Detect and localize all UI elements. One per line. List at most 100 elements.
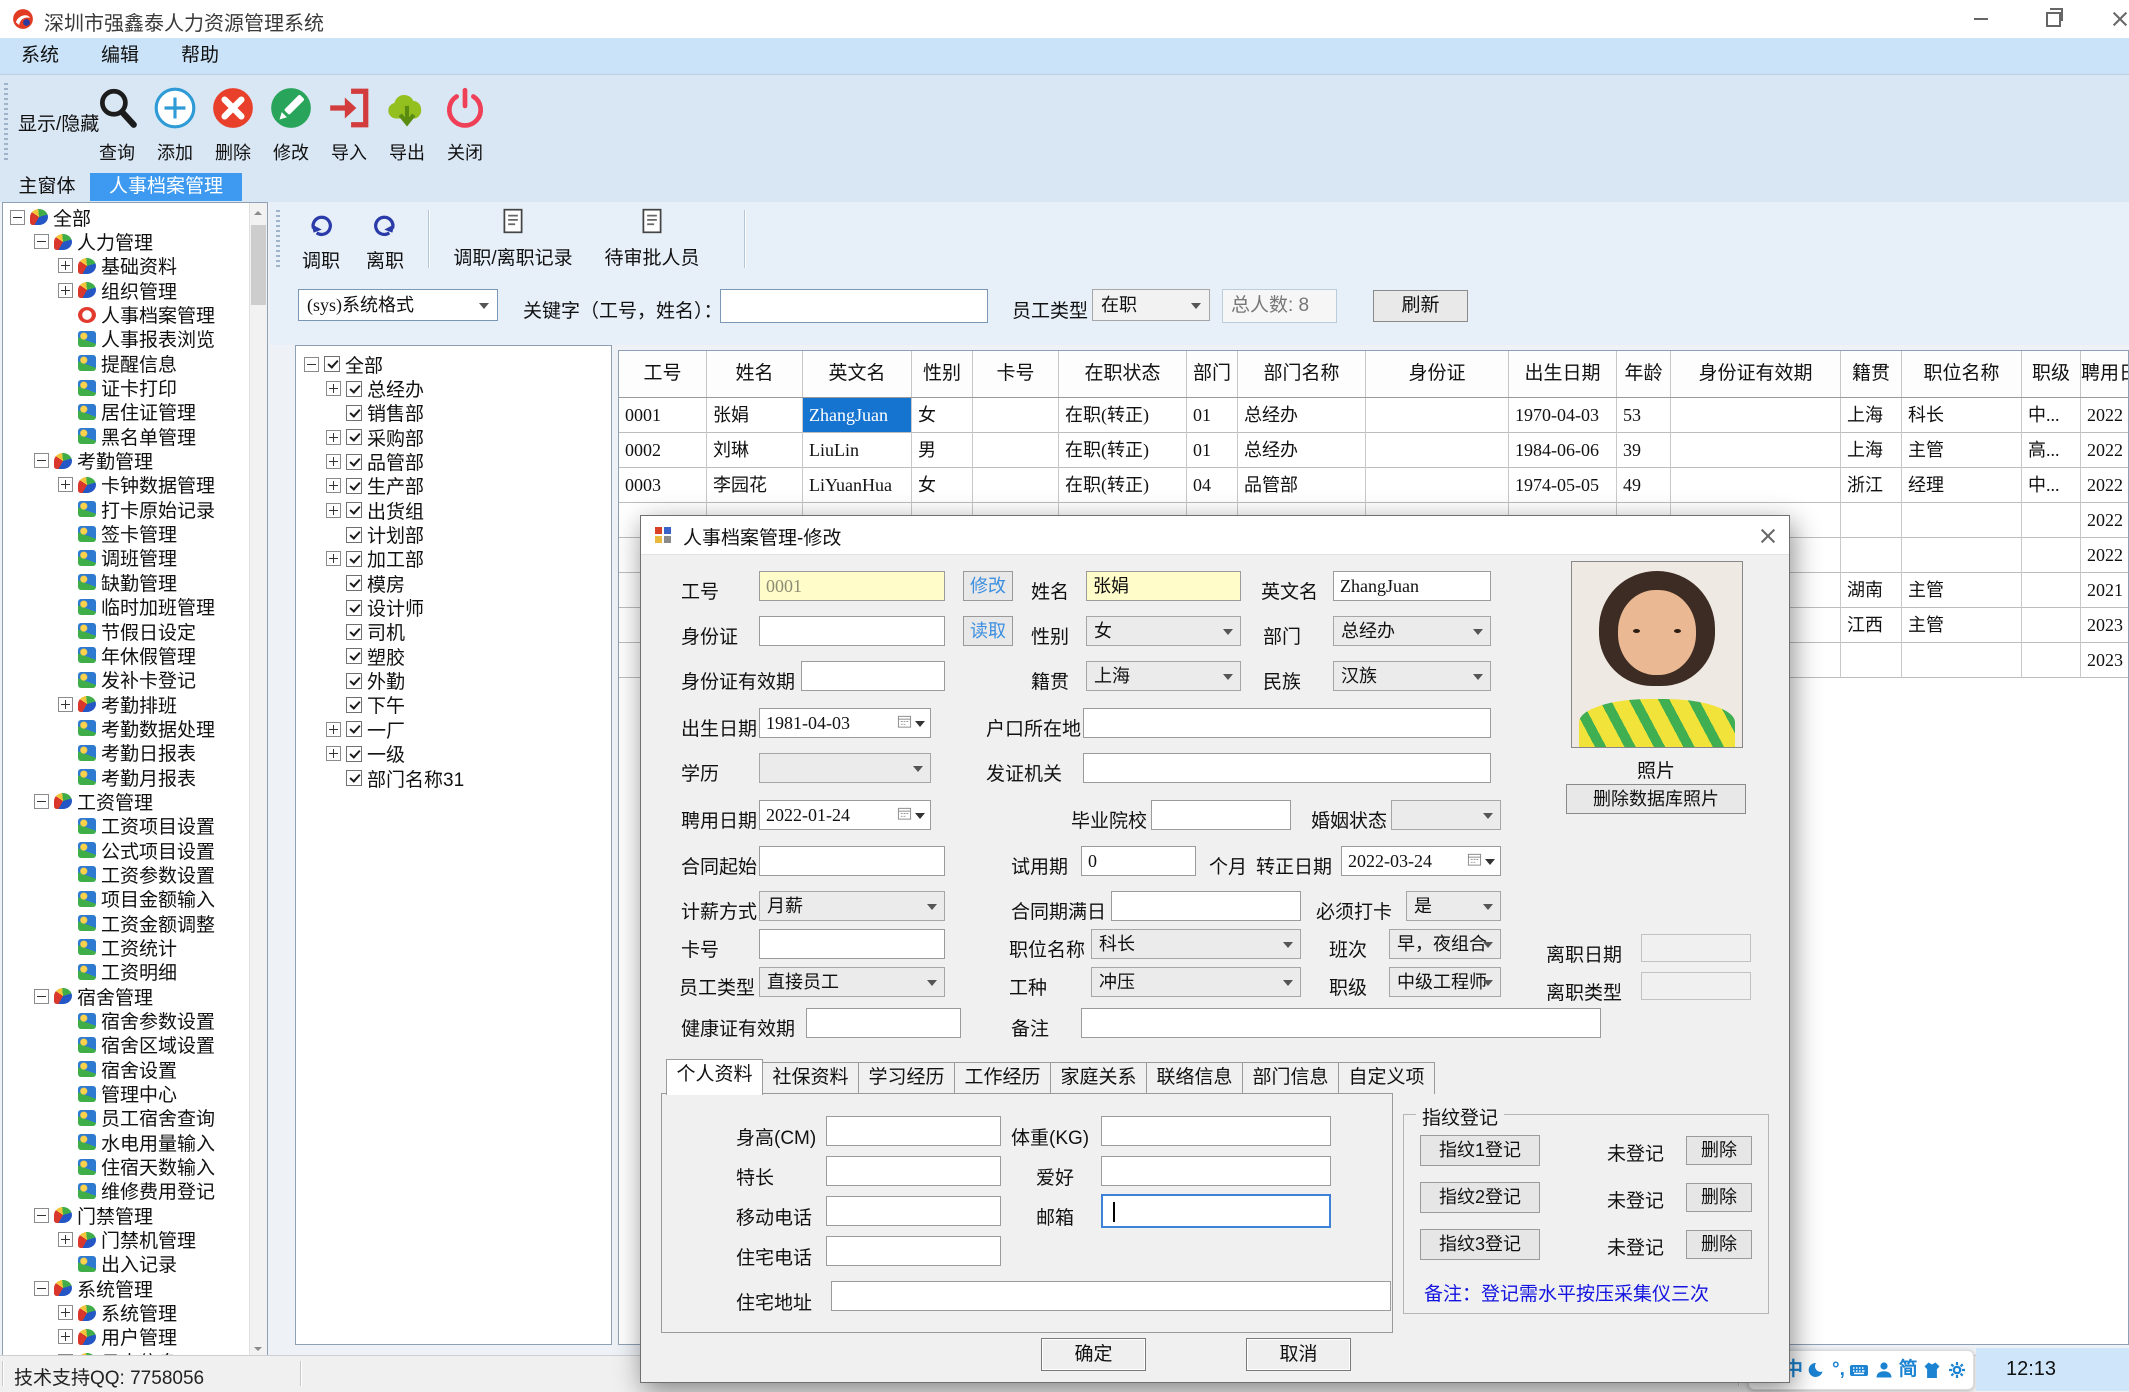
column-header[interactable]: 性别 <box>912 351 973 397</box>
table-cell[interactable] <box>1902 503 2022 538</box>
table-cell[interactable] <box>1366 398 1509 433</box>
tree-item[interactable]: 计划部 <box>298 522 611 547</box>
column-header[interactable]: 工号 <box>619 351 707 397</box>
tree-item[interactable]: 签卡管理 <box>4 521 249 546</box>
education-select[interactable] <box>759 753 931 783</box>
expander-icon[interactable] <box>58 477 73 493</box>
table-cell[interactable]: 2022 <box>2081 468 2128 503</box>
checkbox[interactable] <box>346 550 362 567</box>
weight-input[interactable] <box>1101 1116 1331 1146</box>
tree-item[interactable]: 调班管理 <box>4 546 249 570</box>
job-rank-select[interactable]: 中级工程师 <box>1389 967 1501 997</box>
table-cell[interactable]: 01 <box>1187 398 1238 433</box>
tree-item[interactable]: 加工部 <box>298 547 611 571</box>
table-cell[interactable] <box>2022 643 2081 678</box>
tab-family[interactable]: 家庭关系 <box>1050 1062 1147 1094</box>
fingerprint-register-button[interactable]: 指纹1登记 <box>1420 1135 1540 1166</box>
table-cell[interactable]: 2022 <box>2081 398 2128 433</box>
expander-icon[interactable] <box>34 793 49 809</box>
column-header[interactable]: 职级 <box>2022 351 2081 397</box>
table-cell[interactable] <box>973 468 1059 503</box>
tree-item[interactable]: 下午 <box>298 693 611 717</box>
contract-end-input[interactable] <box>1111 891 1301 921</box>
checkbox[interactable] <box>346 770 362 787</box>
table-cell[interactable]: 高... <box>2022 433 2081 468</box>
table-cell[interactable] <box>2022 538 2081 573</box>
height-input[interactable] <box>826 1116 1001 1146</box>
tree-item[interactable]: 工资项目设置 <box>4 814 249 838</box>
tree-item[interactable]: 考勤日报表 <box>4 741 249 765</box>
tree-item[interactable]: 系统管理 <box>4 1300 249 1325</box>
checkbox[interactable] <box>346 672 362 689</box>
tree-item[interactable]: 管理中心 <box>4 1081 249 1106</box>
modify-empno-button[interactable]: 修改 <box>963 571 1013 601</box>
table-cell[interactable] <box>1366 468 1509 503</box>
shift-select[interactable]: 早，夜组合 <box>1389 929 1501 959</box>
table-cell[interactable]: 53 <box>1617 398 1671 433</box>
close-app-button[interactable]: 关闭 <box>436 79 494 165</box>
household-input[interactable] <box>1083 708 1491 738</box>
table-cell[interactable]: LiYuanHua <box>803 468 912 503</box>
column-header[interactable]: 部门名称 <box>1238 351 1366 397</box>
dialog-close-icon[interactable] <box>1757 525 1779 547</box>
tree-item[interactable]: 工资金额调整 <box>4 911 249 936</box>
contract-start-input[interactable] <box>759 846 945 876</box>
checkbox[interactable] <box>346 721 362 738</box>
export-button[interactable]: 导出 <box>378 79 436 165</box>
table-cell[interactable] <box>1366 433 1509 468</box>
column-header[interactable]: 职位名称 <box>1902 351 2022 397</box>
table-cell[interactable]: 49 <box>1617 468 1671 503</box>
checkbox[interactable] <box>346 623 362 640</box>
fingerprint-delete-button[interactable]: 删除 <box>1686 1230 1752 1259</box>
pay-method-select[interactable]: 月薪 <box>759 891 945 921</box>
tree-item[interactable]: 基础资料 <box>4 254 249 278</box>
table-cell[interactable] <box>1671 398 1841 433</box>
dept-select[interactable]: 总经办 <box>1333 616 1491 646</box>
tree-item[interactable]: 考勤数据处理 <box>4 716 249 741</box>
school-input[interactable] <box>1151 800 1291 830</box>
tree-item[interactable]: 门禁机管理 <box>4 1227 249 1252</box>
tree-item[interactable]: 打卡原始记录 <box>4 497 249 522</box>
tree-item[interactable]: 全部 <box>4 205 249 230</box>
fingerprint-delete-button[interactable]: 删除 <box>1686 1136 1752 1165</box>
table-cell[interactable]: 1984-06-06 <box>1509 433 1617 468</box>
home-phone-input[interactable] <box>826 1236 1001 1266</box>
tree-item[interactable]: 品管部 <box>298 449 611 474</box>
column-header[interactable]: 部门 <box>1187 351 1238 397</box>
tree-item[interactable]: 年休假管理 <box>4 643 249 668</box>
tree-item[interactable]: 外勤 <box>298 668 611 693</box>
table-cell[interactable] <box>2022 608 2081 643</box>
address-input[interactable] <box>831 1281 1391 1311</box>
add-button[interactable]: 添加 <box>146 79 204 165</box>
tree-item[interactable]: 用户管理 <box>4 1325 249 1349</box>
tree-item[interactable]: 人事档案管理 <box>4 302 249 327</box>
must-punch-select[interactable]: 是 <box>1406 891 1501 921</box>
modify-button[interactable]: 修改 <box>262 79 320 165</box>
expander-icon[interactable] <box>326 551 341 567</box>
tree-item[interactable]: 司机 <box>298 620 611 644</box>
close-button[interactable] <box>2106 5 2129 33</box>
transfer-resign-records-button[interactable]: 调职/离职记录 <box>446 207 580 270</box>
work-type-select[interactable]: 冲压 <box>1091 967 1301 997</box>
tree-item[interactable]: 工资明细 <box>4 960 249 984</box>
column-header[interactable]: 姓名 <box>707 351 803 397</box>
table-cell[interactable] <box>1841 503 1902 538</box>
table-cell[interactable]: 中... <box>2022 468 2081 503</box>
table-cell[interactable]: 39 <box>1617 433 1671 468</box>
expander-icon[interactable] <box>326 429 341 445</box>
employee-type-select[interactable]: 在职 <box>1092 289 1210 321</box>
column-header[interactable]: 籍贯 <box>1841 351 1902 397</box>
restore-button[interactable] <box>2039 5 2067 33</box>
tree-item[interactable]: 宿舍区域设置 <box>4 1033 249 1057</box>
jian-icon[interactable]: 简 <box>1899 1359 1918 1381</box>
table-cell[interactable]: 经理 <box>1902 468 2022 503</box>
table-row[interactable]: 0003 李园花 LiYuanHua 女 在职(转正) 04 品管部 1974-05-05 49… <box>619 468 2128 503</box>
expander-icon[interactable] <box>326 746 341 762</box>
table-cell[interactable] <box>973 398 1059 433</box>
table-cell[interactable]: 1970-04-03 <box>1509 398 1617 433</box>
table-cell[interactable]: 浙江 <box>1841 468 1902 503</box>
id-card-input[interactable] <box>759 616 945 646</box>
tree-item[interactable]: 总经办 <box>298 376 611 401</box>
tab-main-window[interactable]: 主窗体 <box>8 173 86 201</box>
expander-icon[interactable] <box>58 696 73 712</box>
